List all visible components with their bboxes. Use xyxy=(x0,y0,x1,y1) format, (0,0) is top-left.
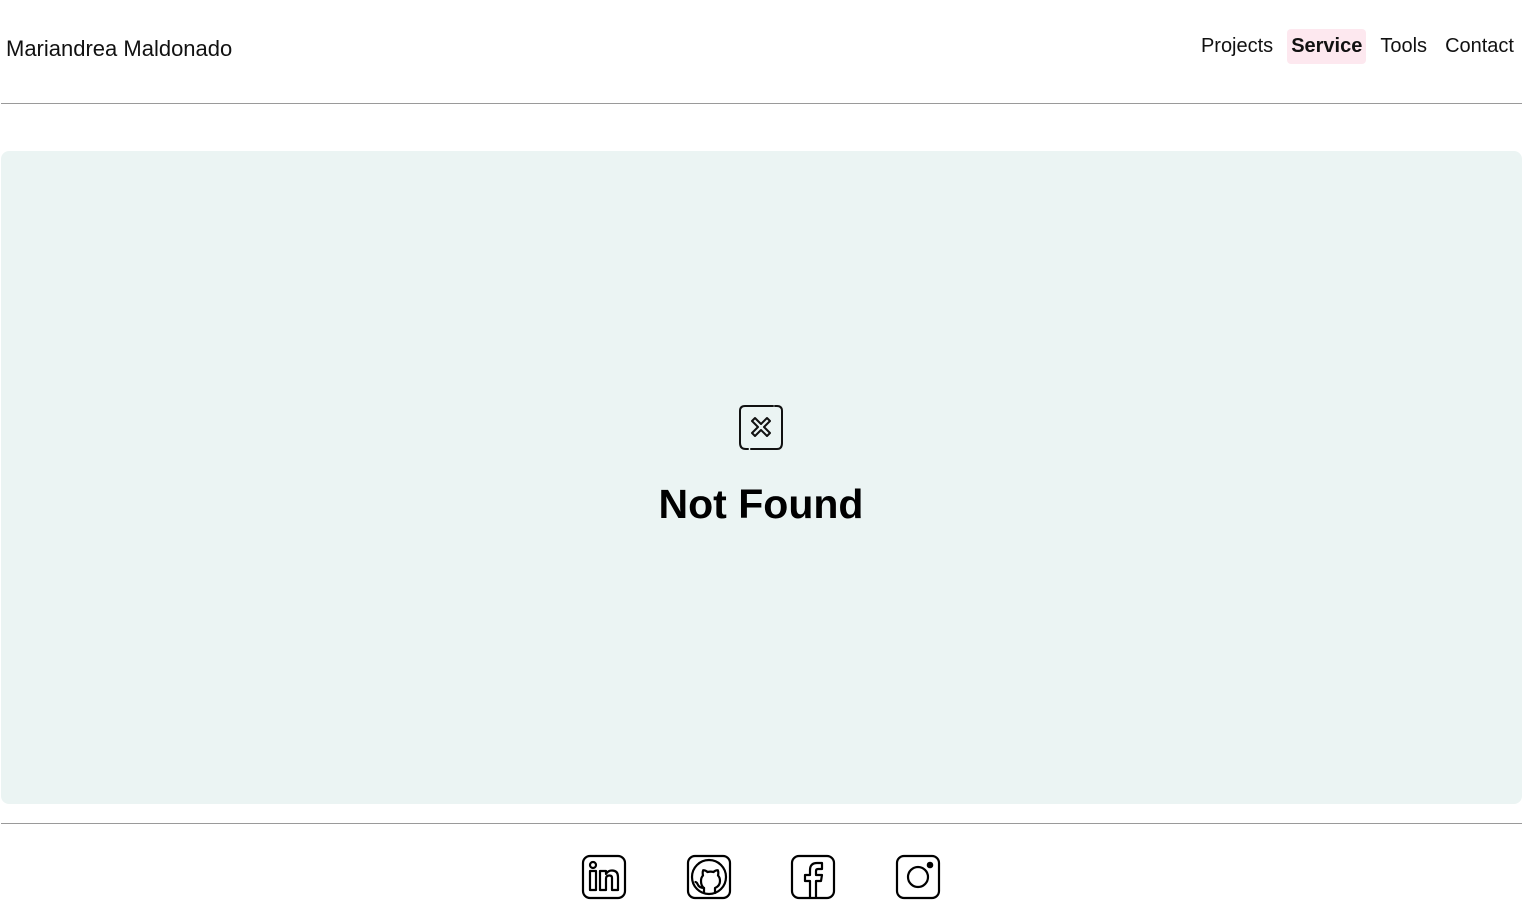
footer-divider xyxy=(1,823,1522,824)
header-divider xyxy=(1,103,1522,104)
linkedin-icon xyxy=(581,854,627,900)
facebook-link[interactable] xyxy=(790,854,836,900)
nav-link-projects[interactable]: Projects xyxy=(1197,29,1277,64)
page: Mariandrea Maldonado Projects Service To… xyxy=(0,0,1524,901)
instagram-icon xyxy=(895,854,941,900)
site-header: Mariandrea Maldonado Projects Service To… xyxy=(0,0,1524,103)
nav-link-service[interactable]: Service xyxy=(1287,29,1367,64)
nav-link-contact[interactable]: Contact xyxy=(1441,29,1518,64)
broken-image-icon xyxy=(738,404,784,450)
nav-link-tools[interactable]: Tools xyxy=(1376,29,1431,64)
instagram-link[interactable] xyxy=(895,854,941,900)
facebook-icon xyxy=(790,854,836,900)
not-found-title: Not Found xyxy=(658,481,864,527)
linkedin-link[interactable] xyxy=(581,854,627,900)
main-nav: Projects Service Tools Contact xyxy=(1187,29,1518,64)
github-icon xyxy=(686,854,732,900)
github-link[interactable] xyxy=(686,854,732,900)
brand-name-link[interactable]: Mariandrea Maldonado xyxy=(6,35,232,63)
